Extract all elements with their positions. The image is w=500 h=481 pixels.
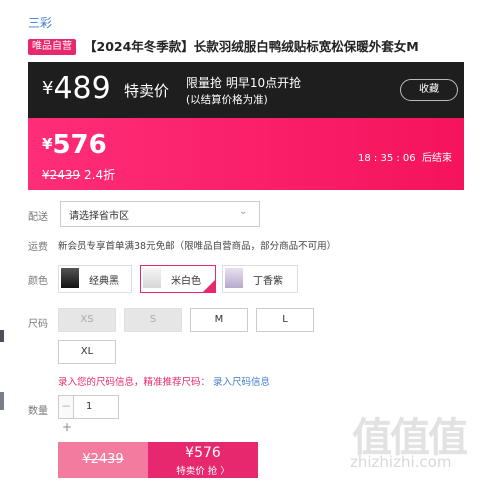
price-note: (以结算价格为准): [186, 94, 268, 106]
special-price-value: 489: [53, 71, 111, 106]
size-option-s[interactable]: S: [124, 308, 182, 332]
shipping-label: 运费: [28, 242, 48, 253]
black-coat-thumbnail: [61, 268, 79, 288]
special-price: ¥489: [42, 71, 111, 106]
quantity-increase-button[interactable]: +: [62, 420, 72, 434]
self-operated-badge: 唯品自营: [28, 39, 76, 55]
original-price-button[interactable]: ¥2439: [58, 442, 148, 478]
delivery-label: 配送: [28, 212, 48, 223]
size-option-l[interactable]: L: [256, 308, 314, 332]
white-coat-thumbnail: [143, 268, 161, 288]
color-option-lilac[interactable]: 丁香紫: [222, 265, 298, 293]
left-edge-strip: [0, 392, 4, 410]
discount-text: 2.4折: [84, 168, 116, 182]
color-label: 颜色: [28, 276, 48, 287]
color-option-white[interactable]: 米白色: [140, 265, 216, 293]
size-option-xs[interactable]: XS: [58, 308, 116, 332]
currency-symbol: ¥: [42, 78, 54, 99]
color-option-label: 经典黑: [89, 276, 119, 287]
special-price-band: ¥489 特卖价 限量抢 明早10点开抢 (以结算价格为准) 收藏: [28, 62, 464, 118]
brand-link[interactable]: 三彩: [28, 14, 52, 31]
shipping-info: 新会员专享首单满38元免邮（限唯品自营商品，部分商品不可用）: [58, 241, 337, 252]
color-option-label: 丁香紫: [253, 276, 283, 287]
quantity-label: 数量: [28, 406, 48, 417]
left-edge-strip: [0, 330, 4, 342]
size-option-m[interactable]: M: [190, 308, 248, 332]
selected-check-icon: [203, 280, 215, 292]
countdown-suffix: 后结束: [422, 153, 452, 164]
special-price-label: 特卖价: [124, 82, 170, 100]
region-select[interactable]: 请选择省市区 ⌄: [60, 201, 260, 227]
size-option-xl[interactable]: XL: [58, 340, 116, 364]
currency-symbol: ¥: [42, 135, 53, 153]
buy-price: ¥576: [185, 445, 221, 461]
color-option-black[interactable]: 经典黑: [58, 265, 132, 293]
countdown-value: 18 : 35 : 06: [358, 153, 416, 164]
original-price: ¥2439: [42, 168, 81, 182]
limited-sale-text: 限量抢 明早10点开抢: [186, 76, 302, 90]
chevron-down-icon: ⌄: [239, 206, 248, 217]
product-title: 【2024年冬季款】长款羽绒服白鸭绒贴标宽松保暖外套女M: [84, 39, 419, 54]
size-hint: 录入您的尺码信息，精准推荐尺码： 录入尺码信息: [58, 374, 270, 388]
quantity-decrease-button[interactable]: −: [58, 395, 74, 419]
quantity-input[interactable]: 1: [73, 395, 119, 419]
countdown-timer: 18 : 35 : 06 后结束: [358, 149, 452, 164]
favorite-button[interactable]: 收藏: [400, 79, 458, 101]
buy-label: 特卖价 抢 〉: [176, 466, 230, 477]
region-select-placeholder: 请选择省市区: [69, 211, 129, 222]
color-option-label: 米白色: [171, 276, 201, 287]
enter-size-link[interactable]: 录入尺码信息: [213, 377, 270, 388]
flash-sale-band: ¥576 ¥2439 2.4折 18 : 35 : 06 后结束: [28, 118, 464, 190]
watermark-text: zhizhizhi.com: [350, 453, 452, 471]
flash-price: ¥576: [42, 130, 107, 160]
lilac-coat-thumbnail: [225, 268, 243, 288]
size-hint-text: 录入您的尺码信息，精准推荐尺码：: [58, 377, 211, 388]
original-price-row: ¥2439 2.4折: [42, 166, 115, 183]
flash-price-value: 576: [52, 130, 107, 160]
size-label: 尺码: [28, 319, 48, 330]
buy-now-button[interactable]: ¥576 特卖价 抢 〉: [148, 442, 258, 478]
